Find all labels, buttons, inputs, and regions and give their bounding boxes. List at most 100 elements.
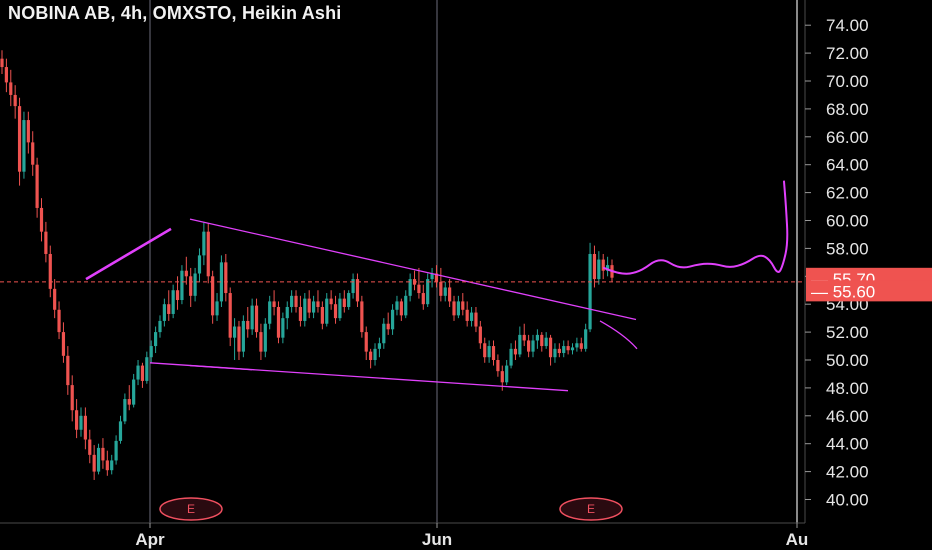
candle-body [465, 309, 469, 321]
candle-body [592, 253, 597, 280]
candle-body [382, 323, 386, 344]
candle-body [579, 343, 583, 349]
candle-body [180, 270, 184, 301]
candle-body [259, 332, 263, 352]
price-tick-label: 44.00 [826, 435, 869, 454]
candle-body [491, 346, 496, 360]
candle-body [307, 298, 311, 313]
candle-body [496, 360, 500, 372]
candle-body [360, 301, 364, 333]
candle-body [22, 120, 26, 172]
candle-body [105, 460, 109, 471]
candle-body [290, 295, 294, 307]
candle-body [474, 312, 478, 327]
candle-body [544, 337, 548, 347]
candle-body [189, 276, 193, 296]
candle-body [355, 279, 360, 302]
price-tick-label: 46.00 [826, 407, 869, 426]
candle-body [570, 347, 575, 351]
drawings [0, 180, 805, 392]
candle-body [224, 262, 228, 294]
candle-body [171, 290, 175, 314]
candle-body [193, 273, 197, 296]
candle-body [294, 295, 298, 307]
candle-body [404, 295, 408, 316]
candle-body [70, 385, 74, 411]
candle-body [127, 399, 131, 405]
candle-body [145, 357, 149, 381]
candle-body [329, 298, 333, 305]
candle-body [333, 304, 338, 319]
candle-body [31, 142, 35, 165]
candle-body [17, 106, 22, 172]
price-tick-label: 68.00 [826, 100, 869, 119]
candle-body [26, 120, 30, 143]
candle-body [123, 399, 127, 422]
chart-canvas: 40.0042.0044.0046.0048.0050.0052.0054.00… [0, 0, 932, 549]
candle-body [426, 279, 430, 305]
price-tick-label: 58.00 [826, 239, 869, 258]
candle-body [0, 58, 4, 68]
candle-body [4, 67, 8, 83]
candle-body [114, 440, 118, 461]
price-tick-label: 62.00 [826, 184, 869, 203]
price-label: — 55.60 [811, 282, 875, 301]
candle-body [584, 329, 588, 349]
candle-body [566, 346, 570, 351]
candle-body [575, 343, 579, 348]
time-axis[interactable]: Apr Jun Au [0, 522, 808, 549]
candle-body [500, 371, 504, 383]
candle-body [228, 293, 232, 338]
candle-body [44, 231, 48, 254]
candle-body [285, 306, 289, 319]
price-tick-label: 40.00 [826, 491, 869, 510]
price-axis[interactable]: 40.0042.0044.0046.0048.0050.0052.0054.00… [804, 0, 932, 523]
chart-title: NOBINA AB, 4h, OMXSTO, Heikin Ashi [8, 3, 342, 23]
candle-body [149, 346, 153, 358]
candle-body [351, 279, 355, 294]
time-tick-label: Apr [135, 530, 165, 549]
candle-body [263, 323, 267, 352]
candle-body [540, 334, 544, 347]
projection-curve [603, 180, 789, 275]
candle-body [390, 309, 395, 330]
candle-body [395, 301, 399, 310]
price-tick-label: 42.00 [826, 463, 869, 482]
candle-body [483, 343, 487, 358]
candle-body [232, 326, 237, 338]
trendline [85, 227, 172, 281]
price-tick-label: 66.00 [826, 128, 869, 147]
candle-body [281, 318, 285, 338]
candle-body [162, 304, 166, 321]
candle-body [469, 312, 474, 321]
candle-body [342, 298, 346, 307]
candle-body [202, 231, 206, 256]
candle-body [311, 301, 316, 313]
candle-body [57, 309, 61, 333]
candle-body [369, 351, 373, 360]
candle-body [316, 301, 320, 307]
candle-body [140, 365, 145, 381]
time-tick-label: Jun [422, 530, 452, 549]
earnings-marker-label: E [187, 502, 195, 516]
price-tick-label: 74.00 [826, 16, 869, 35]
candle-body [421, 293, 425, 305]
candle-body [562, 346, 566, 354]
price-tick-label: 64.00 [826, 156, 869, 175]
grid-lines [149, 0, 798, 523]
price-tick-label: 48.00 [826, 379, 869, 398]
candle-body [92, 454, 96, 472]
candle-body [167, 304, 171, 314]
candle-body [61, 332, 66, 356]
candle-body [13, 94, 17, 107]
candle-body [88, 439, 92, 455]
candle-body [276, 306, 281, 338]
candle-body [250, 305, 254, 330]
candle-body [509, 348, 513, 366]
candle-body [53, 288, 57, 310]
candle-body [83, 415, 87, 440]
candle-body [553, 348, 557, 358]
candle-body [215, 301, 219, 316]
candle-body [254, 305, 259, 333]
candle-body [386, 323, 390, 330]
